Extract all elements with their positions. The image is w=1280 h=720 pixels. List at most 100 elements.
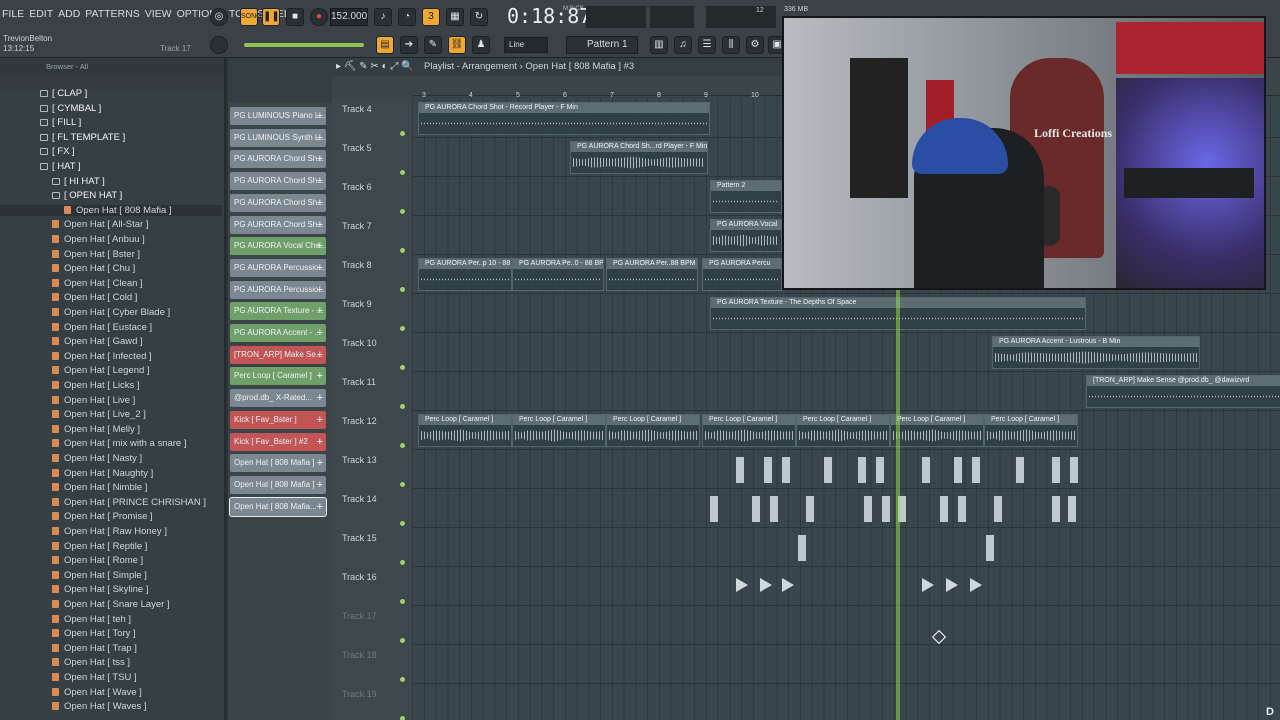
track-name[interactable]: Track 17 [342, 611, 377, 621]
wait-input-icon[interactable]: ◔ [398, 8, 416, 26]
channel-button[interactable]: PG LUMINOUS Piano L... + [230, 107, 326, 125]
browser-file[interactable]: Open Hat [ Trap ] [52, 643, 137, 654]
browser-file[interactable]: Open Hat [ TSU ] [52, 672, 137, 683]
add-channel-icon[interactable]: + [317, 216, 323, 234]
channel-button[interactable]: Kick [ Fav_Bster ] #2 + [230, 432, 326, 451]
browser-file[interactable]: Open Hat [ Reptile ] [52, 541, 147, 552]
channel-button[interactable]: PG AURORA Chord Sh... + [230, 193, 326, 212]
add-channel-icon[interactable]: + [317, 476, 323, 494]
track-mute-led[interactable] [400, 599, 405, 604]
pattern-clip[interactable] [1052, 457, 1060, 483]
track-mute-led[interactable] [400, 287, 405, 292]
add-channel-icon[interactable]: + [317, 411, 323, 429]
browser-folder[interactable]: [ FX ] [40, 146, 75, 157]
add-channel-icon[interactable]: + [317, 194, 323, 212]
channel-button[interactable]: Perc Loop [ Caramel ] + [230, 367, 326, 386]
pattern-play-icon[interactable] [946, 578, 958, 592]
add-channel-icon[interactable]: + [317, 498, 323, 516]
channel-button[interactable]: Open Hat [ 808 Mafia ] + [230, 454, 326, 473]
pattern-clip[interactable] [764, 457, 772, 483]
pattern-clip[interactable] [882, 496, 890, 522]
pattern-clip[interactable] [1070, 457, 1078, 483]
menu-edit[interactable]: EDIT [29, 8, 53, 20]
add-channel-icon[interactable]: + [317, 172, 323, 190]
snap-select[interactable]: Line [504, 37, 548, 53]
pat-song-toggle[interactable]: ▤ [376, 36, 394, 54]
channel-button[interactable]: PG AURORA Vocal Cho... + [230, 237, 326, 256]
browser-file[interactable]: Open Hat [ Licks ] [52, 380, 140, 391]
track-mute-led[interactable] [400, 443, 405, 448]
browser-file[interactable]: Open Hat [ mix with a snare ] [52, 438, 187, 449]
browser-file[interactable]: Open Hat [ Skyline ] [52, 584, 148, 595]
pattern-clip[interactable] [806, 496, 814, 522]
channel-button[interactable]: PG AURORA Chord Sh... + [230, 172, 326, 191]
pattern-play-icon[interactable] [760, 578, 772, 592]
browser-file[interactable]: Open Hat [ Clean ] [52, 278, 143, 289]
pattern-clip[interactable] [864, 496, 872, 522]
track-name[interactable]: Track 5 [342, 143, 372, 153]
add-channel-icon[interactable]: + [317, 150, 323, 168]
typing-keyboard-icon[interactable]: ♟ [472, 36, 490, 54]
browser-file[interactable]: Open Hat [ Chu ] [52, 263, 135, 274]
track-name[interactable]: Track 11 [342, 377, 376, 387]
track-mute-led[interactable] [400, 365, 405, 370]
channel-button[interactable]: Open Hat [ 808 Mafia ] + [230, 475, 326, 494]
track-name[interactable]: Track 18 [342, 650, 377, 660]
track-mute-led[interactable] [400, 677, 405, 682]
master-volume-knob[interactable] [210, 36, 228, 54]
audio-clip[interactable]: Perc Loop [ Caramel ] [984, 414, 1078, 447]
add-channel-icon[interactable]: + [317, 433, 323, 451]
pattern-clip[interactable] [782, 457, 790, 483]
menu-add[interactable]: ADD [58, 8, 80, 20]
add-channel-icon[interactable]: + [317, 389, 323, 407]
audio-clip[interactable]: PG AURORA Percu [702, 258, 782, 291]
pattern-clip[interactable] [710, 496, 718, 522]
track-name[interactable]: Track 9 [342, 299, 372, 309]
pattern-play-icon[interactable] [922, 578, 934, 592]
browser-folder[interactable]: [ HI HAT ] [52, 176, 105, 187]
plugin-picker-icon[interactable]: ⚙ [746, 36, 764, 54]
browser-file[interactable]: Open Hat [ Legend ] [52, 365, 150, 376]
browser-file[interactable]: Open Hat [ Live ] [52, 395, 135, 406]
track-mute-led[interactable] [400, 248, 405, 253]
track-mute-led[interactable] [400, 560, 405, 565]
track-name[interactable]: Track 4 [342, 104, 372, 114]
browser-file[interactable]: Open Hat [ Promise ] [52, 511, 153, 522]
channel-button[interactable]: @prod.db_ X-Rated... + [230, 389, 326, 408]
track-mute-led[interactable] [400, 716, 405, 720]
audio-clip[interactable]: [TRON_ARP] Make Sense @prod.db_ @dawizvr… [1086, 375, 1280, 408]
browser-file[interactable]: Open Hat [ teh ] [52, 614, 131, 625]
browser-folder[interactable]: [ CLAP ] [40, 88, 87, 99]
audio-clip[interactable]: Perc Loop [ Caramel ] [418, 414, 512, 447]
play-button[interactable]: ❚❚ [262, 8, 280, 26]
browser-file[interactable]: Open Hat [ Infected ] [52, 351, 152, 362]
audio-clip[interactable]: Pattern 2 [710, 180, 782, 213]
browser-file[interactable]: Open Hat [ Live_2 ] [52, 409, 146, 420]
channel-button[interactable]: PG AURORA Percussio... + [230, 280, 326, 299]
pattern-clip[interactable] [770, 496, 778, 522]
pattern-clip[interactable] [922, 457, 930, 483]
browser-file[interactable]: Open Hat [ Cyber Blade ] [52, 307, 170, 318]
pattern-clip[interactable] [986, 535, 994, 561]
pattern-selector[interactable]: Pattern 1 [566, 36, 638, 54]
track-mute-led[interactable] [400, 404, 405, 409]
pattern-clip[interactable] [972, 457, 980, 483]
track-mute-led[interactable] [400, 131, 405, 136]
piano-roll-icon[interactable]: ♫ [674, 36, 692, 54]
browser-file[interactable]: Open Hat [ Nasty ] [52, 453, 142, 464]
browser-file[interactable]: Open Hat [ Nimble ] [52, 482, 147, 493]
browser-file[interactable]: Open Hat [ Wave ] [52, 687, 142, 698]
add-channel-icon[interactable]: + [317, 259, 323, 277]
pencil-icon[interactable]: ✎ [424, 36, 442, 54]
browser-folder[interactable]: [ CYMBAL ] [40, 103, 101, 114]
metronome-icon[interactable]: ♪ [374, 8, 392, 26]
add-channel-icon[interactable]: + [317, 346, 323, 364]
add-channel-icon[interactable]: + [317, 454, 323, 472]
browser-file[interactable]: Open Hat [ Gawd ] [52, 336, 143, 347]
channel-button[interactable]: [TRON_ARP] Make Se... + [230, 345, 326, 364]
browser-file[interactable]: Open Hat [ Cold ] [52, 292, 137, 303]
pattern-clip[interactable] [824, 457, 832, 483]
track-name[interactable]: Track 16 [342, 572, 377, 582]
browser-file[interactable]: Open Hat [ Naughty ] [52, 468, 153, 479]
add-channel-icon[interactable]: + [317, 129, 323, 147]
